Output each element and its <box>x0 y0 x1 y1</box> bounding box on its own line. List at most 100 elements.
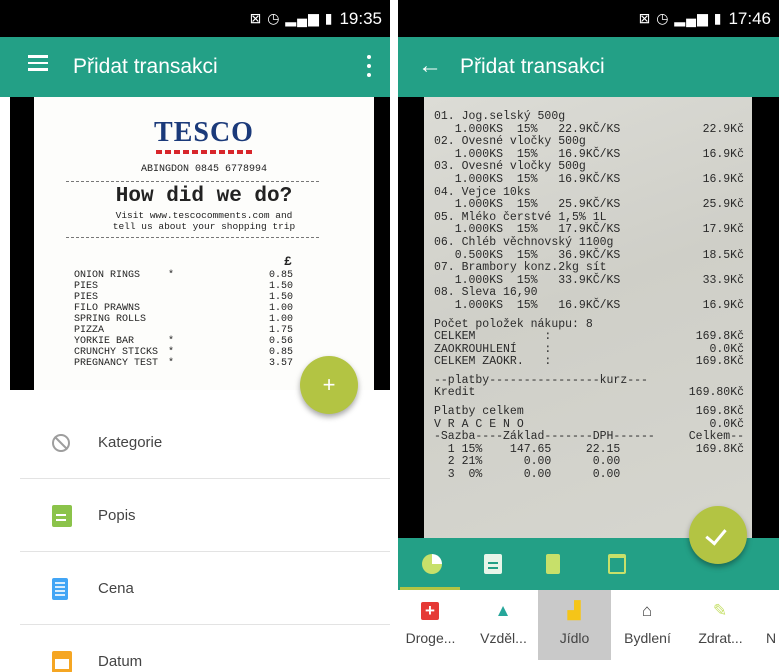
status-icons: ⊠ ◷ ▂▄▆ ▮ <box>249 10 334 26</box>
receipt-item-row: SPRING ROLLS 1.00 <box>74 314 334 325</box>
field-date[interactable]: Datum <box>20 625 390 672</box>
more-options-icon[interactable] <box>366 55 372 77</box>
receipt-line: Kredit 169.80Kč <box>434 387 744 400</box>
category-label: Zdrat... <box>698 630 743 646</box>
pie-chart-icon <box>422 554 442 574</box>
receipt: TESCO ABINGDON 0845 6778994 How did we d… <box>34 97 374 390</box>
receipt-item-row: PIES 1.50 <box>74 292 334 303</box>
receipt-line: 07. Brambory konz.2kg sít <box>434 262 744 275</box>
document-icon <box>484 554 502 574</box>
receipt-line-text: 1.000KS 15% 16.9KČ/KS <box>434 298 621 312</box>
receipt-line-text: 1.000KS 15% 25.9KČ/KS <box>434 198 621 212</box>
receipt-item-row: ONION RINGS * 0.85 <box>74 270 334 281</box>
receipt-item-name: CRUNCHY STICKS <box>74 347 159 358</box>
category-bydleni[interactable]: ⌂ Bydlení <box>611 590 684 660</box>
receipt-item-price: 1.75 <box>268 325 293 336</box>
receipt-store: ABINGDON 0845 6778994 <box>140 164 268 175</box>
receipt-item-name: PIES <box>74 281 99 292</box>
receipt-line-text: 01. Jog.selský 500g <box>434 110 566 123</box>
confirm-fab-button[interactable] <box>689 506 747 564</box>
receipt-item-name: PIES <box>74 292 99 303</box>
category-label: Bydlení <box>624 630 671 646</box>
receipt-item-name: PIZZA <box>74 325 105 336</box>
document-icon <box>52 504 72 527</box>
calendar-icon <box>52 650 72 672</box>
receipt-item-mark <box>168 325 208 336</box>
receipt-line: 3 0% 0.00 0.00 <box>434 468 744 482</box>
category-label: Droge... <box>405 630 456 646</box>
category-label: N <box>766 630 777 646</box>
block-icon <box>52 433 70 452</box>
receipt-line-amount: 16.9Kč <box>702 172 744 186</box>
receipt-line-amount: 17.9Kč <box>702 223 744 237</box>
receipt-line-amount: 169.8Kč <box>695 405 744 419</box>
receipt-line-amount: 169.8Kč <box>695 442 744 456</box>
graduation-cap-icon: ▲ <box>494 601 512 620</box>
receipt-headline: How did we do? <box>115 185 293 208</box>
tab-date[interactable] <box>586 538 646 590</box>
category-more[interactable]: N <box>750 590 779 660</box>
receipt-photo: 01. Jog.selský 500g 1.000KS 15% 22.9KČ/K… <box>398 97 779 538</box>
tab-description[interactable] <box>462 538 522 590</box>
receipt-item-name: PREGNANCY TEST <box>74 358 159 369</box>
receipt-line-amount: 169.8Kč <box>695 330 744 344</box>
receipt-item-row: PIES 1.50 <box>74 281 334 292</box>
category-bar: + Droge... ▲ Vzděl... ▟ Jídlo ⌂ Bydlení … <box>398 590 779 672</box>
receipt-line-text: 06. Chléb věchnovský 1100g <box>434 235 614 249</box>
receipt-item-mark <box>168 292 208 303</box>
receipt-item-mark: * <box>168 270 175 281</box>
first-aid-icon: + <box>421 602 439 620</box>
receipt-divider <box>66 181 319 182</box>
receipt-item-price: 1.00 <box>268 314 293 325</box>
category-label: Vzděl... <box>480 630 527 646</box>
page-title: Přidat transakci <box>460 55 605 78</box>
receipt-line: 01. Jog.selský 500g <box>434 110 744 124</box>
calendar-icon <box>608 554 626 574</box>
app-bar: Přidat transakci <box>0 37 390 97</box>
receipt-line-text: Kredit <box>434 386 476 400</box>
receipt-divider <box>66 237 319 238</box>
receipt-line-amount: 16.9Kč <box>702 147 744 161</box>
receipt-item-row: YORKIE BAR * 0.56 <box>74 336 334 347</box>
field-description[interactable]: Popis <box>20 479 390 552</box>
receipt-line: 1.000KS 15% 16.9KČ/KS 16.9Kč <box>434 172 744 187</box>
phone-left: ⊠ ◷ ▂▄▆ ▮ 19:35 Přidat transakci TESCO A… <box>0 0 390 672</box>
tab-price[interactable] <box>524 538 584 590</box>
category-vzdelani[interactable]: ▲ Vzděl... <box>467 590 540 660</box>
field-price[interactable]: Cena <box>20 552 390 625</box>
receipt-line-amount: 22.9Kč <box>702 122 744 136</box>
receipt-item-row: CRUNCHY STICKS * 0.85 <box>74 347 334 358</box>
food-icon: ▟ <box>567 601 581 620</box>
receipt-subtext: Visit www.tescocomments.com and <box>115 210 293 221</box>
hamburger-menu-icon[interactable] <box>28 55 48 71</box>
syringe-icon: ✎ <box>712 601 728 620</box>
receipt-item-price: 1.00 <box>268 303 293 314</box>
receipt: 01. Jog.selský 500g 1.000KS 15% 22.9KČ/K… <box>424 97 752 538</box>
tab-chart[interactable] <box>400 538 460 590</box>
field-category[interactable]: Kategorie <box>20 406 390 479</box>
receipt-item-name: YORKIE BAR <box>74 336 135 347</box>
category-drogerie[interactable]: + Droge... <box>398 590 467 660</box>
status-time: 17:46 <box>728 8 771 28</box>
status-time: 19:35 <box>339 8 382 28</box>
receipt-line: CELKEM : 169.8Kč <box>434 330 744 344</box>
receipt-item-price: 1.50 <box>268 292 293 303</box>
receipt-item-name: ONION RINGS <box>74 270 141 281</box>
receipt-line: CELKEM ZAOKR. : 169.8Kč <box>434 356 744 369</box>
receipt-items: ONION RINGS * 0.85 PIES 1.50 PIES 1.50 FILO PRA… <box>74 270 334 369</box>
receipt-item-row: PREGNANCY TEST * 3.57 <box>74 358 334 369</box>
back-arrow-icon[interactable]: ← <box>418 52 442 80</box>
receipt-line: Platby celkem 169.8Kč <box>434 405 744 419</box>
receipt-item-price: 0.85 <box>268 347 293 358</box>
field-label: Cena <box>98 580 134 597</box>
category-jidlo[interactable]: ▟ Jídlo <box>538 590 611 660</box>
status-icons: ⊠ ◷ ▂▄▆ ▮ <box>638 10 723 26</box>
receipt-line-text: CELKEM ZAOKR. : <box>434 355 552 369</box>
receipt-item-mark <box>168 314 208 325</box>
receipt-line-text: 02. Ovesné vločky 500g <box>434 135 586 149</box>
receipt-line-text: -Sazba----Základ-------DPH------ <box>434 430 655 444</box>
receipt-item-row: PIZZA 1.75 <box>74 325 334 336</box>
field-label: Datum <box>98 653 143 670</box>
status-bar: ⊠ ◷ ▂▄▆ ▮ 17:46 <box>398 0 779 37</box>
category-zdravi[interactable]: ✎ Zdrat... <box>684 590 757 660</box>
